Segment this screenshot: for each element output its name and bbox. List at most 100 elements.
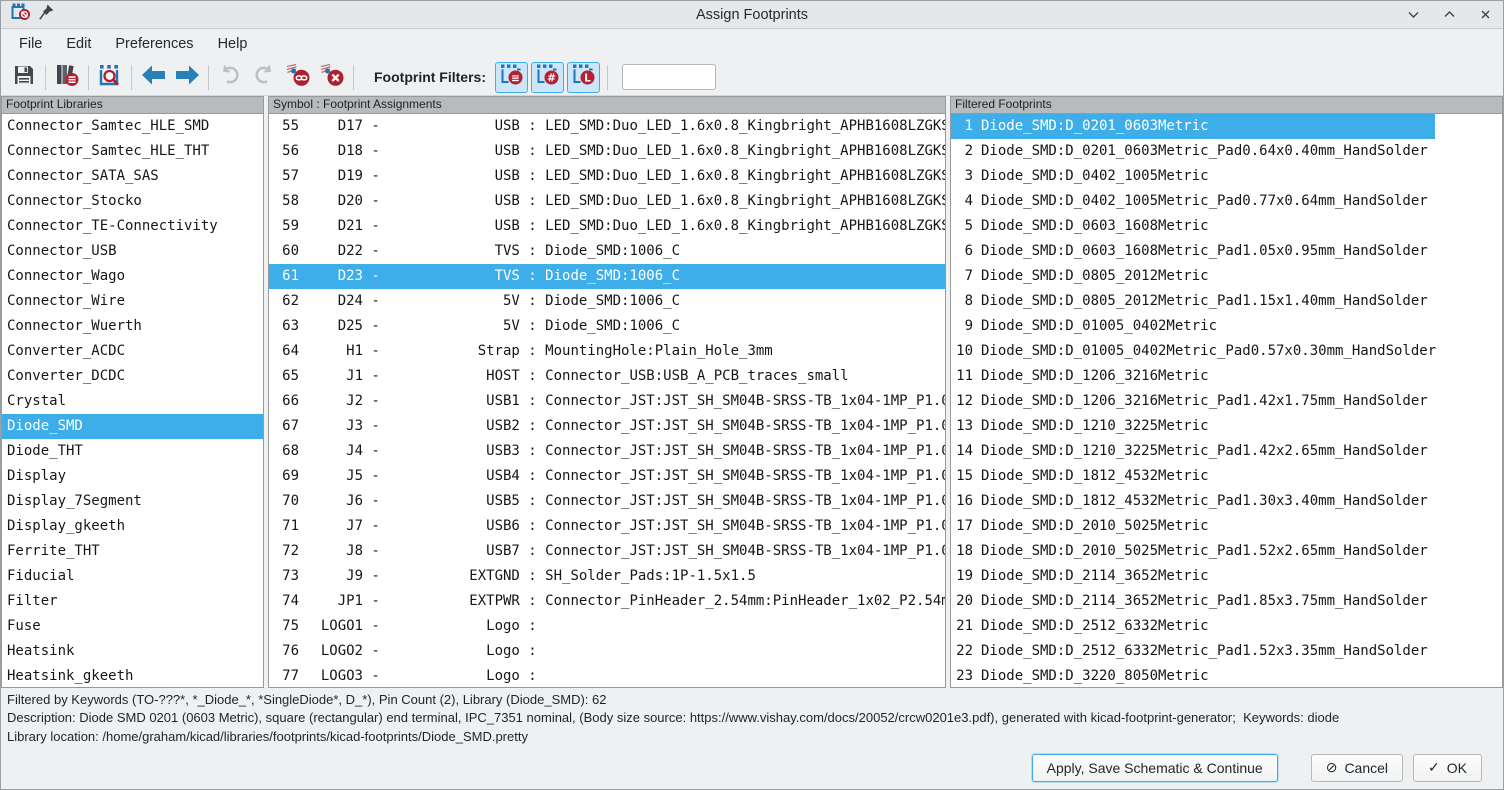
assignment-row[interactable]: 75 LOGO1 - Logo :	[269, 614, 945, 639]
assignment-row[interactable]: 64 H1 - Strap : MountingHole:Plain_Hole_…	[269, 339, 945, 364]
assignment-footprint: Diode_SMD:1006_C	[545, 264, 945, 289]
library-item[interactable]: Diode_SMD	[2, 414, 263, 439]
footprint-row[interactable]: 12 Diode_SMD:D_1206_3216Metric_Pad1.42x1…	[951, 389, 1502, 414]
assignment-row[interactable]: 71 J7 - USB6 : Connector_JST:JST_SH_SM04…	[269, 514, 945, 539]
assignment-row[interactable]: 65 J1 - HOST : Connector_USB:USB_A_PCB_t…	[269, 364, 945, 389]
menu-item-help[interactable]: Help	[206, 29, 260, 59]
library-item[interactable]: Diode_THT	[2, 439, 263, 464]
library-item[interactable]: Ferrite_THT	[2, 539, 263, 564]
library-item[interactable]: Connector_SATA_SAS	[2, 164, 263, 189]
assignment-row[interactable]: 58 D20 - USB : LED_SMD:Duo_LED_1.6x0.8_K…	[269, 189, 945, 214]
library-item[interactable]: Heatsink	[2, 639, 263, 664]
footprint-row[interactable]: 4 Diode_SMD:D_0402_1005Metric_Pad0.77x0.…	[951, 189, 1502, 214]
library-item[interactable]: Crystal	[2, 389, 263, 414]
library-item[interactable]: Converter_ACDC	[2, 339, 263, 364]
maximize-button[interactable]	[1441, 7, 1457, 23]
footprint-name: Diode_SMD:D_0805_2012Metric	[981, 264, 1209, 289]
library-item[interactable]: Converter_DCDC	[2, 364, 263, 389]
footprint-row[interactable]: 3 Diode_SMD:D_0402_1005Metric	[951, 164, 1502, 189]
assignment-row[interactable]: 60 D22 - TVS : Diode_SMD:1006_C	[269, 239, 945, 264]
footprint-row[interactable]: 8 Diode_SMD:D_0805_2012Metric_Pad1.15x1.…	[951, 289, 1502, 314]
filter-by-keyword-toggle[interactable]: ≡	[495, 62, 528, 93]
menu-item-file[interactable]: File	[7, 29, 54, 59]
footprint-row[interactable]: 10 Diode_SMD:D_01005_0402Metric_Pad0.57x…	[951, 339, 1502, 364]
minimize-button[interactable]	[1405, 7, 1421, 23]
footprint-libraries-list[interactable]: Connector_Samtec_HLE_SMDConnector_Samtec…	[1, 113, 264, 688]
assignment-row[interactable]: 74 JP1 - EXTPWR : Connector_PinHeader_2.…	[269, 589, 945, 614]
footprint-index: 6	[956, 239, 973, 264]
library-item[interactable]: Connector_Stocko	[2, 189, 263, 214]
footprint-row[interactable]: 22 Diode_SMD:D_2512_6332Metric_Pad1.52x3…	[951, 639, 1502, 664]
library-item[interactable]: Connector_USB	[2, 239, 263, 264]
footprint-row[interactable]: 16 Diode_SMD:D_1812_4532Metric_Pad1.30x3…	[951, 489, 1502, 514]
assignment-row[interactable]: 67 J3 - USB2 : Connector_JST:JST_SH_SM04…	[269, 414, 945, 439]
previous-unassigned-button[interactable]	[136, 62, 170, 92]
assignment-row[interactable]: 70 J6 - USB5 : Connector_JST:JST_SH_SM04…	[269, 489, 945, 514]
footprint-search-input[interactable]	[622, 64, 716, 90]
footprint-row[interactable]: 20 Diode_SMD:D_2114_3652Metric_Pad1.85x3…	[951, 589, 1502, 614]
footprint-row[interactable]: 9 Diode_SMD:D_01005_0402Metric	[951, 314, 1502, 339]
footprint-row[interactable]: 2 Diode_SMD:D_0201_0603Metric_Pad0.64x0.…	[951, 139, 1502, 164]
delete-association-button[interactable]	[281, 62, 315, 92]
assignment-row[interactable]: 76 LOGO2 - Logo :	[269, 639, 945, 664]
assignment-row[interactable]: 68 J4 - USB3 : Connector_JST:JST_SH_SM04…	[269, 439, 945, 464]
library-item[interactable]: Connector_TE-Connectivity	[2, 214, 263, 239]
menu-item-edit[interactable]: Edit	[54, 29, 103, 59]
footprint-row[interactable]: 13 Diode_SMD:D_1210_3225Metric	[951, 414, 1502, 439]
assignment-row[interactable]: 66 J2 - USB1 : Connector_JST:JST_SH_SM04…	[269, 389, 945, 414]
next-unassigned-button[interactable]	[170, 62, 204, 92]
library-item[interactable]: Connector_Wuerth	[2, 314, 263, 339]
assignment-row[interactable]: 61 D23 - TVS : Diode_SMD:1006_C	[269, 264, 945, 289]
footprint-row[interactable]: 6 Diode_SMD:D_0603_1608Metric_Pad1.05x0.…	[951, 239, 1502, 264]
footprint-row[interactable]: 23 Diode_SMD:D_3220_8050Metric	[951, 664, 1502, 688]
assignment-row[interactable]: 56 D18 - USB : LED_SMD:Duo_LED_1.6x0.8_K…	[269, 139, 945, 164]
close-button[interactable]	[1477, 7, 1493, 23]
symbol-assignments-header: Symbol : Footprint Assignments	[268, 96, 946, 113]
footprint-library-table-button[interactable]	[50, 62, 84, 92]
menu-item-preferences[interactable]: Preferences	[103, 29, 205, 59]
assignment-row[interactable]: 73 J9 - EXTGND : SH_Solder_Pads:1P-1.5x1…	[269, 564, 945, 589]
library-item[interactable]: Connector_Samtec_HLE_SMD	[2, 114, 263, 139]
footprint-row[interactable]: 18 Diode_SMD:D_2010_5025Metric_Pad1.52x2…	[951, 539, 1502, 564]
footprint-row[interactable]: 17 Diode_SMD:D_2010_5025Metric	[951, 514, 1502, 539]
library-item[interactable]: Connector_Samtec_HLE_THT	[2, 139, 263, 164]
footprint-row[interactable]: 15 Diode_SMD:D_1812_4532Metric	[951, 464, 1502, 489]
filter-by-library-toggle[interactable]: L	[567, 62, 600, 93]
filter-by-pin-count-toggle[interactable]: #	[531, 62, 564, 93]
library-item[interactable]: Display	[2, 464, 263, 489]
apply-save-continue-button[interactable]: Apply, Save Schematic & Continue	[1032, 754, 1278, 782]
cancel-button[interactable]: ⊘ Cancel	[1311, 754, 1403, 782]
library-item[interactable]: Fuse	[2, 614, 263, 639]
library-item[interactable]: Connector_Wire	[2, 289, 263, 314]
footprint-row[interactable]: 7 Diode_SMD:D_0805_2012Metric	[951, 264, 1502, 289]
assignment-row[interactable]: 55 D17 - USB : LED_SMD:Duo_LED_1.6x0.8_K…	[269, 114, 945, 139]
undo-button[interactable]	[213, 62, 247, 92]
symbol-assignments-list[interactable]: 55 D17 - USB : LED_SMD:Duo_LED_1.6x0.8_K…	[268, 113, 946, 688]
view-footprint-button[interactable]	[93, 62, 127, 92]
footprint-row[interactable]: 14 Diode_SMD:D_1210_3225Metric_Pad1.42x2…	[951, 439, 1502, 464]
footprint-row[interactable]: 19 Diode_SMD:D_2114_3652Metric	[951, 564, 1502, 589]
library-item[interactable]: Display_gkeeth	[2, 514, 263, 539]
ok-button[interactable]: ✓ OK	[1413, 754, 1482, 782]
save-button[interactable]	[7, 62, 41, 92]
assignment-row[interactable]: 62 D24 - 5V : Diode_SMD:1006_C	[269, 289, 945, 314]
library-item[interactable]: Heatsink_gkeeth	[2, 664, 263, 688]
assignment-row[interactable]: 63 D25 - 5V : Diode_SMD:1006_C	[269, 314, 945, 339]
assignment-row[interactable]: 77 LOGO3 - Logo :	[269, 664, 945, 688]
footprint-row[interactable]: 11 Diode_SMD:D_1206_3216Metric	[951, 364, 1502, 389]
redo-button[interactable]	[247, 62, 281, 92]
delete-all-associations-button[interactable]	[315, 62, 349, 92]
library-item[interactable]: Display_7Segment	[2, 489, 263, 514]
assignment-row[interactable]: 69 J5 - USB4 : Connector_JST:JST_SH_SM04…	[269, 464, 945, 489]
footprint-row[interactable]: 5 Diode_SMD:D_0603_1608Metric	[951, 214, 1502, 239]
footprint-row[interactable]: 1 Diode_SMD:D_0201_0603Metric	[951, 114, 1435, 139]
filtered-footprints-list[interactable]: 1 Diode_SMD:D_0201_0603Metric 2 Diode_SM…	[950, 113, 1503, 688]
assignment-row[interactable]: 72 J8 - USB7 : Connector_JST:JST_SH_SM04…	[269, 539, 945, 564]
assignment-row[interactable]: 57 D19 - USB : LED_SMD:Duo_LED_1.6x0.8_K…	[269, 164, 945, 189]
library-item[interactable]: Filter	[2, 589, 263, 614]
library-item[interactable]: Connector_Wago	[2, 264, 263, 289]
assignment-row[interactable]: 59 D21 - USB : LED_SMD:Duo_LED_1.6x0.8_K…	[269, 214, 945, 239]
view-footprint-icon	[97, 63, 123, 92]
library-item[interactable]: Fiducial	[2, 564, 263, 589]
footprint-row[interactable]: 21 Diode_SMD:D_2512_6332Metric	[951, 614, 1502, 639]
